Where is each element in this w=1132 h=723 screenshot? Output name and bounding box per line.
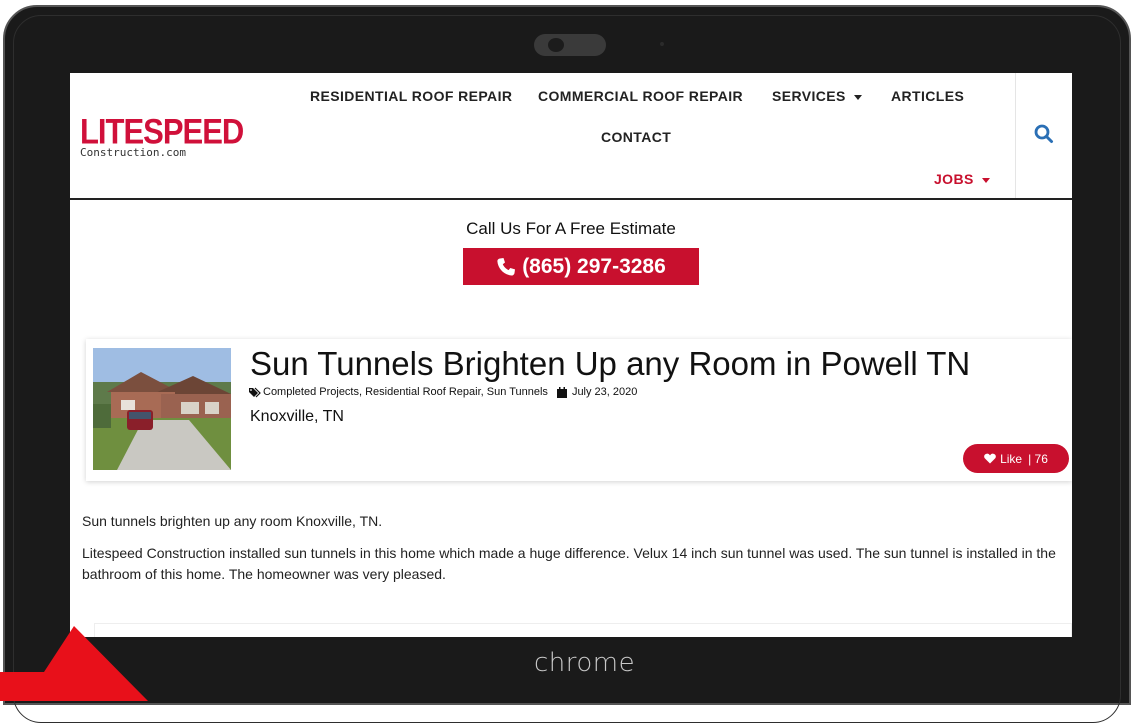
browser-screen: LITESPEED Construction.com RESIDENTIAL R… <box>70 73 1072 637</box>
nav-jobs-label: JOBS <box>934 171 974 187</box>
nav-articles[interactable]: ARTICLES <box>891 88 964 104</box>
phone-icon <box>497 257 516 276</box>
content-box <box>94 623 1072 637</box>
device-brand-label: chrome <box>534 648 636 678</box>
estimate-text: Call Us For A Free Estimate <box>466 219 676 238</box>
site-logo[interactable]: LITESPEED Construction.com <box>80 111 244 159</box>
heart-icon <box>984 453 996 464</box>
like-button[interactable]: Like | 76 <box>963 444 1069 473</box>
phone-button[interactable]: (865) 297-3286 <box>463 248 699 285</box>
house-photo <box>93 348 231 470</box>
logo-wordmark: LITESPEED <box>80 111 244 152</box>
nav-residential-roof-repair[interactable]: RESIDENTIAL ROOF REPAIR <box>310 88 512 104</box>
like-count: | 76 <box>1028 451 1048 466</box>
nav-services-label: SERVICES <box>772 88 846 104</box>
article-title: Sun Tunnels Brighten Up any Room in Powe… <box>250 345 971 382</box>
camera-housing <box>534 34 606 56</box>
article-categories[interactable]: Completed Projects, Residential Roof Rep… <box>263 386 548 398</box>
article-card: Sun Tunnels Brighten Up any Room in Powe… <box>86 339 1072 481</box>
header-divider <box>1015 73 1016 198</box>
article-thumbnail[interactable] <box>93 348 231 470</box>
article-location: Knoxville, TN <box>250 408 344 425</box>
like-label: Like <box>1000 451 1023 466</box>
estimate-banner: Call Us For A Free Estimate <box>70 219 1072 239</box>
chevron-down-icon <box>853 94 862 100</box>
phone-number: (865) 297-3286 <box>522 254 666 278</box>
search-button[interactable] <box>1032 122 1056 146</box>
red-arrow-annotation <box>0 626 148 701</box>
chevron-down-icon <box>981 177 990 183</box>
article-paragraph-2: Litespeed Construction installed sun tun… <box>82 545 1056 582</box>
article-date: July 23, 2020 <box>571 386 638 398</box>
nav-services[interactable]: SERVICES <box>772 88 862 104</box>
nav-contact[interactable]: CONTACT <box>601 129 671 145</box>
article-paragraph-1: Sun tunnels brighten up any room Knoxvil… <box>82 513 383 529</box>
camera-lens <box>548 38 564 52</box>
tags-icon <box>249 387 261 397</box>
nav-jobs[interactable]: JOBS <box>934 171 990 187</box>
article-meta: Completed Projects, Residential Roof Rep… <box>249 386 637 398</box>
calendar-icon <box>556 386 567 398</box>
nav-commercial-roof-repair[interactable]: COMMERCIAL ROOF REPAIR <box>538 88 743 104</box>
search-icon <box>1034 124 1053 143</box>
light-sensor <box>660 42 664 46</box>
header-border <box>70 198 1072 200</box>
